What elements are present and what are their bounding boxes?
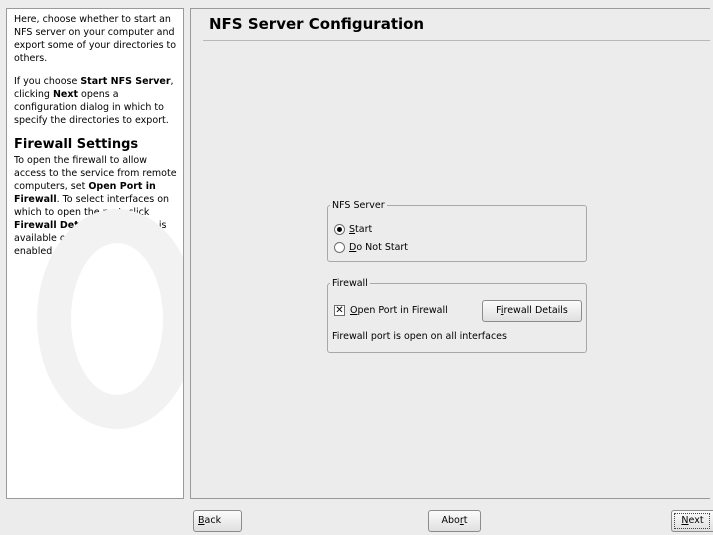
- help-start-info: If you choose Start NFS Server, clicking…: [14, 76, 174, 126]
- open-port-checkbox[interactable]: ✕ Open Port in Firewall: [334, 305, 448, 316]
- back-button[interactable]: Back: [193, 510, 242, 532]
- start-radio[interactable]: Start: [334, 224, 372, 235]
- nfs-server-group: NFS Server Start Do Not Start: [327, 200, 587, 262]
- help-intro: Here, choose whether to start an NFS ser…: [14, 14, 177, 64]
- firewall-legend: Firewall: [332, 278, 368, 289]
- do-not-start-radio-label: Do Not Start: [349, 242, 409, 253]
- radio-selected-icon[interactable]: [334, 224, 345, 235]
- firewall-details-button[interactable]: Firewall Details: [482, 300, 582, 322]
- next-button[interactable]: Next: [671, 510, 713, 532]
- firewall-status-text: Firewall port is open on all interfaces: [332, 331, 507, 342]
- start-radio-label: Start: [349, 224, 373, 235]
- radio-unselected-icon[interactable]: [334, 242, 345, 253]
- open-port-label: Open Port in Firewall: [350, 305, 448, 316]
- help-firewall-info: To open the firewall to allow access to …: [14, 155, 177, 257]
- nfs-server-legend: NFS Server: [332, 200, 385, 211]
- main-panel: NFS Server Configuration NFS Server Star…: [190, 8, 710, 499]
- abort-button[interactable]: Abort: [428, 510, 481, 532]
- checkbox-checked-icon[interactable]: ✕: [334, 305, 345, 316]
- do-not-start-radio[interactable]: Do Not Start: [334, 242, 408, 253]
- help-panel: Here, choose whether to start an NFS ser…: [6, 8, 184, 499]
- title-divider: [203, 40, 710, 41]
- help-firewall-heading: Firewall Settings: [14, 137, 139, 152]
- firewall-group: Firewall ✕ Open Port in Firewall Firewal…: [327, 278, 587, 353]
- page-title: NFS Server Configuration: [209, 15, 425, 33]
